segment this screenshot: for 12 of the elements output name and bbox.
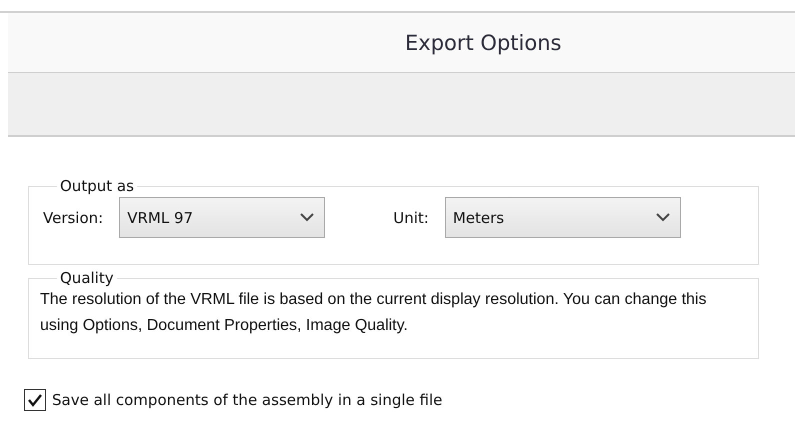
- unit-dropdown[interactable]: Meters: [444, 197, 681, 238]
- field-label: Version:: [43, 208, 104, 226]
- group-legend: Quality: [57, 269, 117, 287]
- window-title: Export Options: [405, 30, 562, 54]
- field-label: Unit:: [393, 208, 429, 226]
- version-dropdown[interactable]: VRML 97: [119, 197, 326, 238]
- checkbox[interactable]: [24, 389, 46, 411]
- chevron-down-icon: [300, 213, 314, 222]
- quality-description: The resolution of the VRML file is based on the current display resolution. You can change this using Options, Document Properties, Image Quality.: [40, 290, 708, 336]
- checkbox-label: Save all components of the assembly in a single file: [52, 391, 442, 409]
- chevron-down-icon: [656, 213, 670, 222]
- group-legend: Output as: [57, 177, 137, 195]
